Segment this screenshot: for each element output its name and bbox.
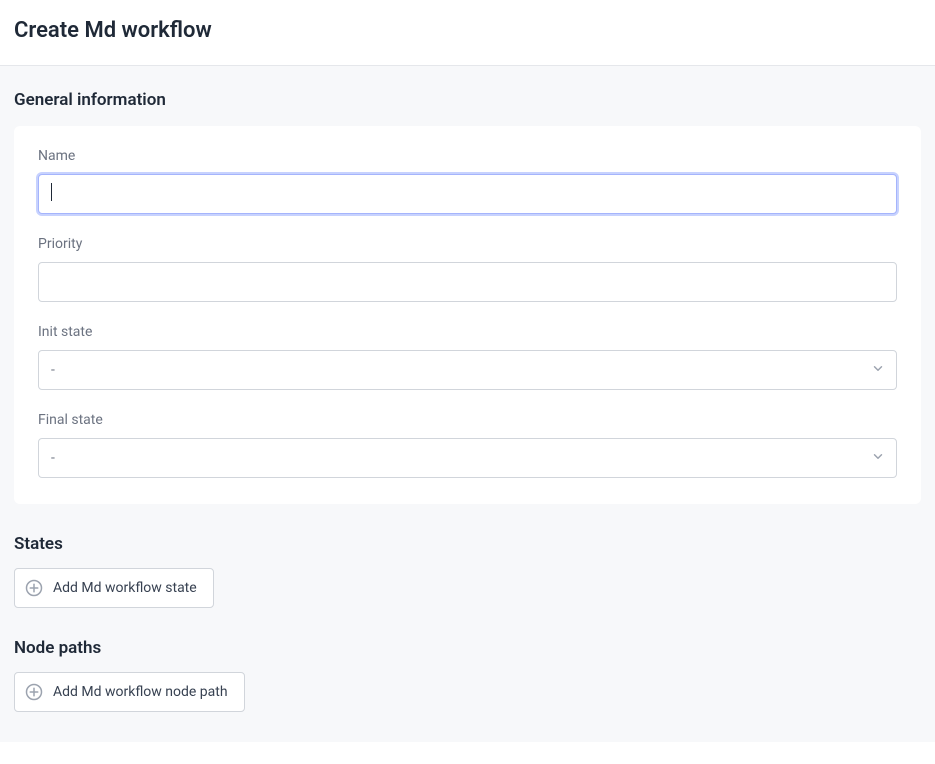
add-node-path-button-label: Add Md workflow node path (53, 684, 228, 700)
states-heading: States (14, 534, 921, 554)
text-caret (51, 183, 52, 201)
plus-circle-icon (25, 683, 43, 701)
priority-field[interactable] (38, 262, 897, 302)
name-field[interactable] (38, 174, 897, 214)
name-label: Name (38, 148, 897, 164)
add-state-button-label: Add Md workflow state (53, 580, 197, 596)
plus-circle-icon (25, 579, 43, 597)
add-node-path-button[interactable]: Add Md workflow node path (14, 672, 245, 712)
general-info-card: Name Priority Init state - Final state (14, 126, 921, 504)
priority-label: Priority (38, 236, 897, 252)
add-state-button[interactable]: Add Md workflow state (14, 568, 214, 608)
init-state-select[interactable]: - (38, 350, 897, 390)
final-state-selected-value: - (51, 450, 55, 466)
final-state-select[interactable]: - (38, 438, 897, 478)
final-state-label: Final state (38, 412, 897, 428)
init-state-selected-value: - (51, 362, 55, 378)
node-paths-heading: Node paths (14, 638, 921, 658)
page-title: Create Md workflow (14, 18, 921, 43)
general-info-heading: General information (14, 90, 921, 110)
init-state-label: Init state (38, 324, 897, 340)
